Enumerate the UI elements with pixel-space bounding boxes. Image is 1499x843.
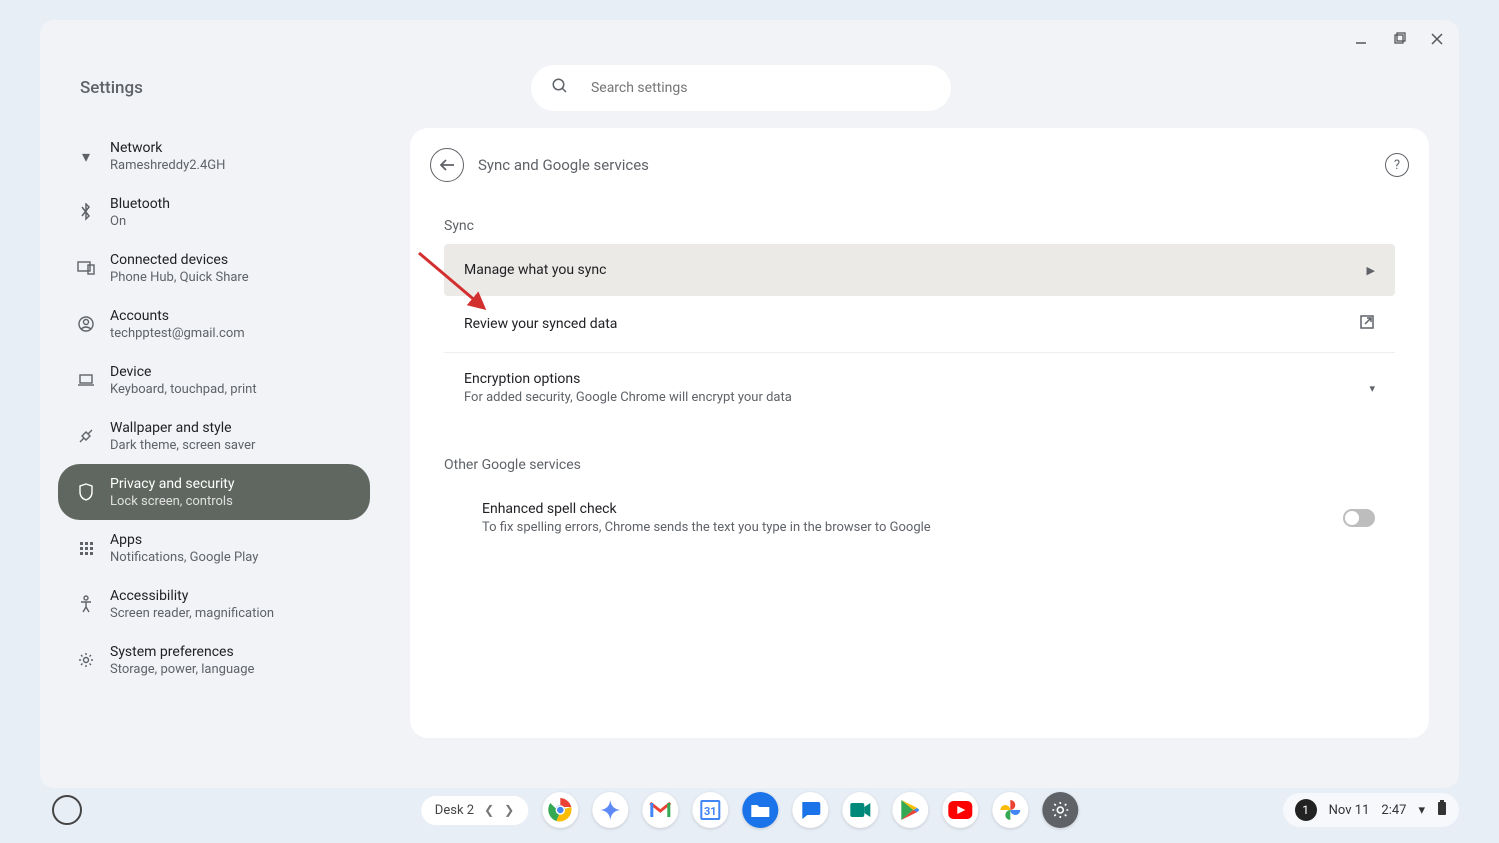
sidebar-item-privacy[interactable]: Privacy and security Lock screen, control… xyxy=(58,464,370,520)
battery-status-icon xyxy=(1437,800,1447,820)
nav-sub: Lock screen, controls xyxy=(110,494,234,509)
chevron-right-icon: ▶ xyxy=(1367,264,1375,277)
launcher-button[interactable] xyxy=(52,795,82,825)
nav-sub: Phone Hub, Quick Share xyxy=(110,270,249,285)
desk-switcher[interactable]: Desk 2 ❮ ❯ xyxy=(421,796,528,825)
sync-section-label: Sync xyxy=(444,212,1395,244)
row-sub: For added security, Google Chrome will e… xyxy=(464,390,792,405)
nav-label: System preferences xyxy=(110,644,254,660)
shelf: Desk 2 ❮ ❯ 31 1 Nov 11 2:47 ▾ xyxy=(40,785,1459,835)
notification-badge[interactable]: 1 xyxy=(1295,799,1317,821)
back-button[interactable] xyxy=(430,148,464,182)
nav-sub: On xyxy=(110,214,170,229)
accessibility-icon xyxy=(72,595,100,613)
panel-title: Sync and Google services xyxy=(478,156,649,174)
svg-text:31: 31 xyxy=(704,805,717,818)
gemini-app-icon[interactable] xyxy=(592,792,628,828)
status-area[interactable]: 1 Nov 11 2:47 ▾ xyxy=(1283,793,1459,827)
app-title: Settings xyxy=(80,78,143,98)
nav-sub: Rameshreddy2.4GH xyxy=(110,158,225,173)
row-sub: To fix spelling errors, Chrome sends the… xyxy=(482,520,931,535)
search-input[interactable] xyxy=(591,80,931,96)
nav-label: Accessibility xyxy=(110,588,274,604)
nav-label: Connected devices xyxy=(110,252,249,268)
sidebar-item-system[interactable]: System preferences Storage, power, langua… xyxy=(58,632,370,688)
calendar-app-icon[interactable]: 31 xyxy=(692,792,728,828)
nav-label: Bluetooth xyxy=(110,196,170,212)
gear-icon xyxy=(72,652,100,668)
nav-label: Accounts xyxy=(110,308,245,324)
close-button[interactable] xyxy=(1427,29,1447,49)
shelf-date: Nov 11 xyxy=(1329,803,1370,818)
files-app-icon[interactable] xyxy=(742,792,778,828)
chevron-down-icon: ▾ xyxy=(1369,382,1375,395)
desk-next-button[interactable]: ❯ xyxy=(504,803,514,817)
account-icon xyxy=(72,316,100,332)
row-label: Encryption options xyxy=(464,371,792,387)
desk-label: Desk 2 xyxy=(435,803,474,818)
devices-icon xyxy=(72,261,100,275)
settings-window: Settings ▾ Network Rameshreddy2.4GH Bluet… xyxy=(40,20,1459,788)
sidebar-item-bluetooth[interactable]: Bluetooth On xyxy=(58,184,370,240)
maximize-button[interactable] xyxy=(1389,29,1409,49)
youtube-app-icon[interactable] xyxy=(942,792,978,828)
row-label: Enhanced spell check xyxy=(482,501,931,517)
settings-app-icon[interactable] xyxy=(1042,792,1078,828)
sidebar-item-accounts[interactable]: Accounts techpptest@gmail.com xyxy=(58,296,370,352)
desk-prev-button[interactable]: ❮ xyxy=(484,803,494,817)
nav-label: Device xyxy=(110,364,257,380)
meet-app-icon[interactable] xyxy=(842,792,878,828)
sidebar: ▾ Network Rameshreddy2.4GH Bluetooth On Co… xyxy=(40,118,400,788)
spellcheck-row: Enhanced spell check To fix spelling err… xyxy=(444,483,1395,553)
manage-sync-row[interactable]: Manage what you sync ▶ xyxy=(444,244,1395,296)
header: Settings xyxy=(40,58,1459,118)
review-synced-row[interactable]: Review your synced data xyxy=(444,296,1395,353)
shield-icon xyxy=(72,483,100,501)
wifi-icon: ▾ xyxy=(72,147,100,166)
titlebar xyxy=(40,20,1459,58)
spellcheck-toggle[interactable] xyxy=(1343,509,1375,527)
play-store-app-icon[interactable] xyxy=(892,792,928,828)
sidebar-item-apps[interactable]: Apps Notifications, Google Play xyxy=(58,520,370,576)
bluetooth-icon xyxy=(72,203,100,221)
messages-app-icon[interactable] xyxy=(792,792,828,828)
nav-label: Privacy and security xyxy=(110,476,234,492)
brush-icon xyxy=(72,428,100,444)
search-icon xyxy=(551,77,569,99)
help-button[interactable]: ? xyxy=(1385,153,1409,177)
encryption-row[interactable]: Encryption options For added security, G… xyxy=(444,353,1395,423)
external-link-icon xyxy=(1359,314,1375,334)
nav-sub: Screen reader, magnification xyxy=(110,606,274,621)
chrome-app-icon[interactable] xyxy=(542,792,578,828)
nav-sub: Storage, power, language xyxy=(110,662,254,677)
sidebar-item-network[interactable]: ▾ Network Rameshreddy2.4GH xyxy=(58,128,370,184)
laptop-icon xyxy=(72,373,100,387)
content-area: Sync and Google services ? Sync Manage w… xyxy=(400,118,1459,788)
nav-label: Network xyxy=(110,140,225,156)
apps-icon xyxy=(72,541,100,555)
nav-label: Apps xyxy=(110,532,258,548)
nav-sub: Notifications, Google Play xyxy=(110,550,258,565)
sidebar-item-accessibility[interactable]: Accessibility Screen reader, magnificatio… xyxy=(58,576,370,632)
nav-sub: techpptest@gmail.com xyxy=(110,326,245,341)
search-bar[interactable] xyxy=(531,65,951,111)
nav-sub: Keyboard, touchpad, print xyxy=(110,382,257,397)
settings-panel: Sync and Google services ? Sync Manage w… xyxy=(410,128,1429,738)
nav-label: Wallpaper and style xyxy=(110,420,255,436)
sidebar-item-connected-devices[interactable]: Connected devices Phone Hub, Quick Share xyxy=(58,240,370,296)
nav-sub: Dark theme, screen saver xyxy=(110,438,255,453)
wifi-status-icon: ▾ xyxy=(1418,803,1425,818)
row-label: Review your synced data xyxy=(464,316,617,332)
row-label: Manage what you sync xyxy=(464,262,606,278)
sidebar-item-wallpaper[interactable]: Wallpaper and style Dark theme, screen sa… xyxy=(58,408,370,464)
shelf-time: 2:47 xyxy=(1381,803,1406,818)
photos-app-icon[interactable] xyxy=(992,792,1028,828)
minimize-button[interactable] xyxy=(1351,29,1371,49)
sidebar-item-device[interactable]: Device Keyboard, touchpad, print xyxy=(58,352,370,408)
gmail-app-icon[interactable] xyxy=(642,792,678,828)
other-services-label: Other Google services xyxy=(444,451,1395,483)
